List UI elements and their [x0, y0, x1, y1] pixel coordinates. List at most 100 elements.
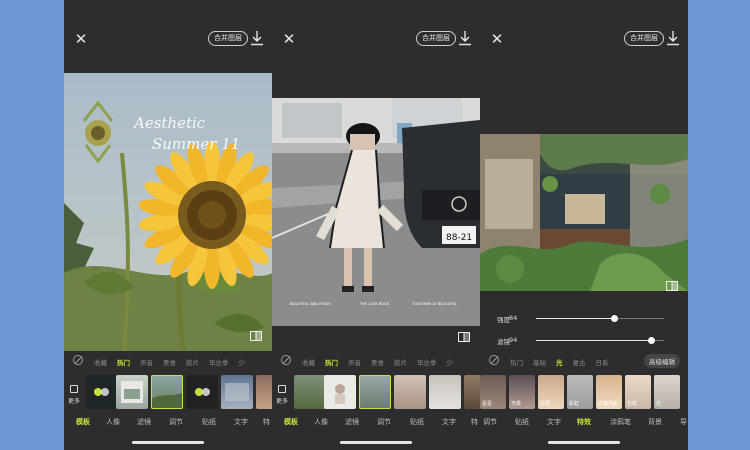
tab-more[interactable]: 导	[680, 417, 687, 427]
category-item-active[interactable]: 热门	[117, 359, 130, 367]
effect-thumb[interactable]: 日落光影	[596, 375, 622, 409]
close-icon[interactable]: ✕	[72, 30, 90, 48]
effect-thumb-label: 彩虹	[569, 401, 580, 407]
template-thumb[interactable]	[221, 375, 253, 409]
download-icon[interactable]	[666, 30, 680, 46]
effect-thumb[interactable]: 彩虹	[567, 375, 593, 409]
template-thumb-selected[interactable]	[359, 375, 391, 409]
category-item[interactable]: 日系	[596, 359, 609, 367]
effect-thumb[interactable]: 光	[654, 375, 680, 409]
more-button[interactable]: 更多	[276, 385, 288, 405]
filter-category-bar: 收藏 热门 声音 美食 胶片 毕业季 少	[272, 352, 480, 370]
photo-canvas[interactable]	[480, 134, 688, 291]
tab-text[interactable]: 文字	[234, 417, 248, 427]
tab-filter[interactable]: 滤镜	[345, 417, 359, 427]
effect-thumb[interactable]: 光晕	[509, 375, 535, 409]
slider-handle[interactable]	[647, 337, 655, 344]
tab-text[interactable]: 文字	[547, 417, 561, 427]
template-thumb[interactable]	[294, 375, 326, 409]
caption-right: TOGETHER AT BEAUTIFUL	[411, 302, 457, 306]
tab-stickers[interactable]: 贴纸	[515, 417, 529, 427]
caption-middle: THE LOOK BOOK	[359, 302, 390, 306]
tab-templates[interactable]: 模板	[76, 417, 90, 427]
tab-background[interactable]: 背景	[648, 417, 662, 427]
download-icon[interactable]	[458, 30, 472, 46]
no-effect-icon[interactable]	[489, 355, 499, 365]
template-thumb[interactable]	[186, 375, 218, 409]
template-thumb[interactable]	[256, 375, 272, 409]
category-item[interactable]: 收藏	[302, 359, 315, 367]
tab-filter[interactable]: 滤镜	[137, 417, 151, 427]
advanced-edit-button[interactable]: 高级编辑	[644, 354, 680, 368]
category-item[interactable]: 毕业季	[417, 359, 437, 367]
effect-thumb-label: 光	[656, 401, 662, 407]
category-item[interactable]: 热门	[510, 359, 523, 367]
filter-strength-value: 94	[509, 336, 518, 344]
merge-layers-button[interactable]: 合并图层	[208, 31, 248, 46]
tab-stickers[interactable]: 贴纸	[202, 417, 216, 427]
category-item[interactable]: 声音	[348, 359, 361, 367]
category-item[interactable]: 毕业季	[209, 359, 229, 367]
home-indicator	[132, 441, 204, 444]
tab-doodle[interactable]: 涂鸦笔	[610, 417, 631, 427]
tab-stickers[interactable]: 贴纸	[410, 417, 424, 427]
more-label: 更多	[276, 398, 289, 405]
editor-panel-sunflower: ✕ 合并图层 Aesthetic Summer 11 收藏 热门 声音 美食 胶…	[64, 0, 272, 450]
template-thumb[interactable]	[429, 375, 461, 409]
template-thumb[interactable]	[86, 375, 118, 409]
category-item[interactable]: 少	[447, 359, 454, 367]
merge-layers-button[interactable]: 合并图层	[624, 31, 664, 46]
photo-canvas[interactable]: Aesthetic Summer 11	[64, 73, 272, 351]
close-icon[interactable]: ✕	[488, 30, 506, 48]
effect-category-bar: 热门 基础 光 复古 日系 高级编辑	[480, 352, 688, 370]
template-thumb[interactable]	[116, 375, 148, 409]
category-item[interactable]: 声音	[140, 359, 153, 367]
category-item-active[interactable]: 热门	[325, 359, 338, 367]
tab-templates[interactable]: 模板	[284, 417, 298, 427]
category-item[interactable]: 胶片	[394, 359, 407, 367]
category-item[interactable]: 收藏	[94, 359, 107, 367]
effect-thumb[interactable]: 光效	[625, 375, 651, 409]
effect-thumb-label: 光斑	[540, 401, 551, 407]
slider-handle[interactable]	[610, 315, 618, 322]
tab-effects[interactable]: 特	[263, 417, 270, 427]
tab-effects[interactable]: 特效	[577, 417, 591, 427]
tab-adjust[interactable]: 调节	[169, 417, 183, 427]
category-item[interactable]: 少	[239, 359, 246, 367]
category-item[interactable]: 复古	[573, 359, 586, 367]
template-thumb[interactable]	[324, 375, 356, 409]
compare-icon[interactable]	[458, 332, 470, 342]
template-strip: 更多	[272, 373, 480, 411]
compare-icon[interactable]	[250, 331, 262, 341]
effect-thumb-label: 光晕	[511, 401, 522, 407]
close-icon[interactable]: ✕	[280, 30, 298, 48]
tab-effects[interactable]: 特	[471, 417, 478, 427]
template-thumb[interactable]	[464, 375, 480, 409]
no-filter-icon[interactable]	[281, 355, 291, 365]
compare-icon[interactable]	[666, 281, 678, 291]
tab-text[interactable]: 文字	[442, 417, 456, 427]
no-filter-icon[interactable]	[73, 355, 83, 365]
tab-adjust[interactable]: 调节	[377, 417, 391, 427]
more-button[interactable]: 更多	[68, 385, 80, 405]
effect-thumb-label: 光效	[627, 401, 638, 407]
template-strip: 更多	[64, 373, 272, 411]
template-thumb-selected[interactable]	[151, 375, 183, 409]
category-item[interactable]: 美食	[371, 359, 384, 367]
effect-thumb[interactable]: 星星	[480, 375, 506, 409]
license-plate-text: 88-21	[446, 233, 472, 243]
filter-strength-slider[interactable]: 滤镜 94	[480, 333, 688, 347]
tab-portrait[interactable]: 人像	[106, 417, 120, 427]
photo-canvas[interactable]: 88-21 BEAUTIFUL AND FRESH THE LOOK BOOK …	[272, 98, 480, 326]
category-item[interactable]: 美食	[163, 359, 176, 367]
category-item[interactable]: 基础	[533, 359, 546, 367]
intensity-slider[interactable]: 强度 84	[480, 311, 688, 325]
download-icon[interactable]	[250, 30, 264, 46]
template-thumb[interactable]	[394, 375, 426, 409]
category-item[interactable]: 胶片	[186, 359, 199, 367]
merge-layers-button[interactable]: 合并图层	[416, 31, 456, 46]
tab-portrait[interactable]: 人像	[314, 417, 328, 427]
category-item-active[interactable]: 光	[556, 359, 563, 367]
tab-adjust[interactable]: 调节	[483, 417, 497, 427]
effect-thumb[interactable]: 光斑	[538, 375, 564, 409]
